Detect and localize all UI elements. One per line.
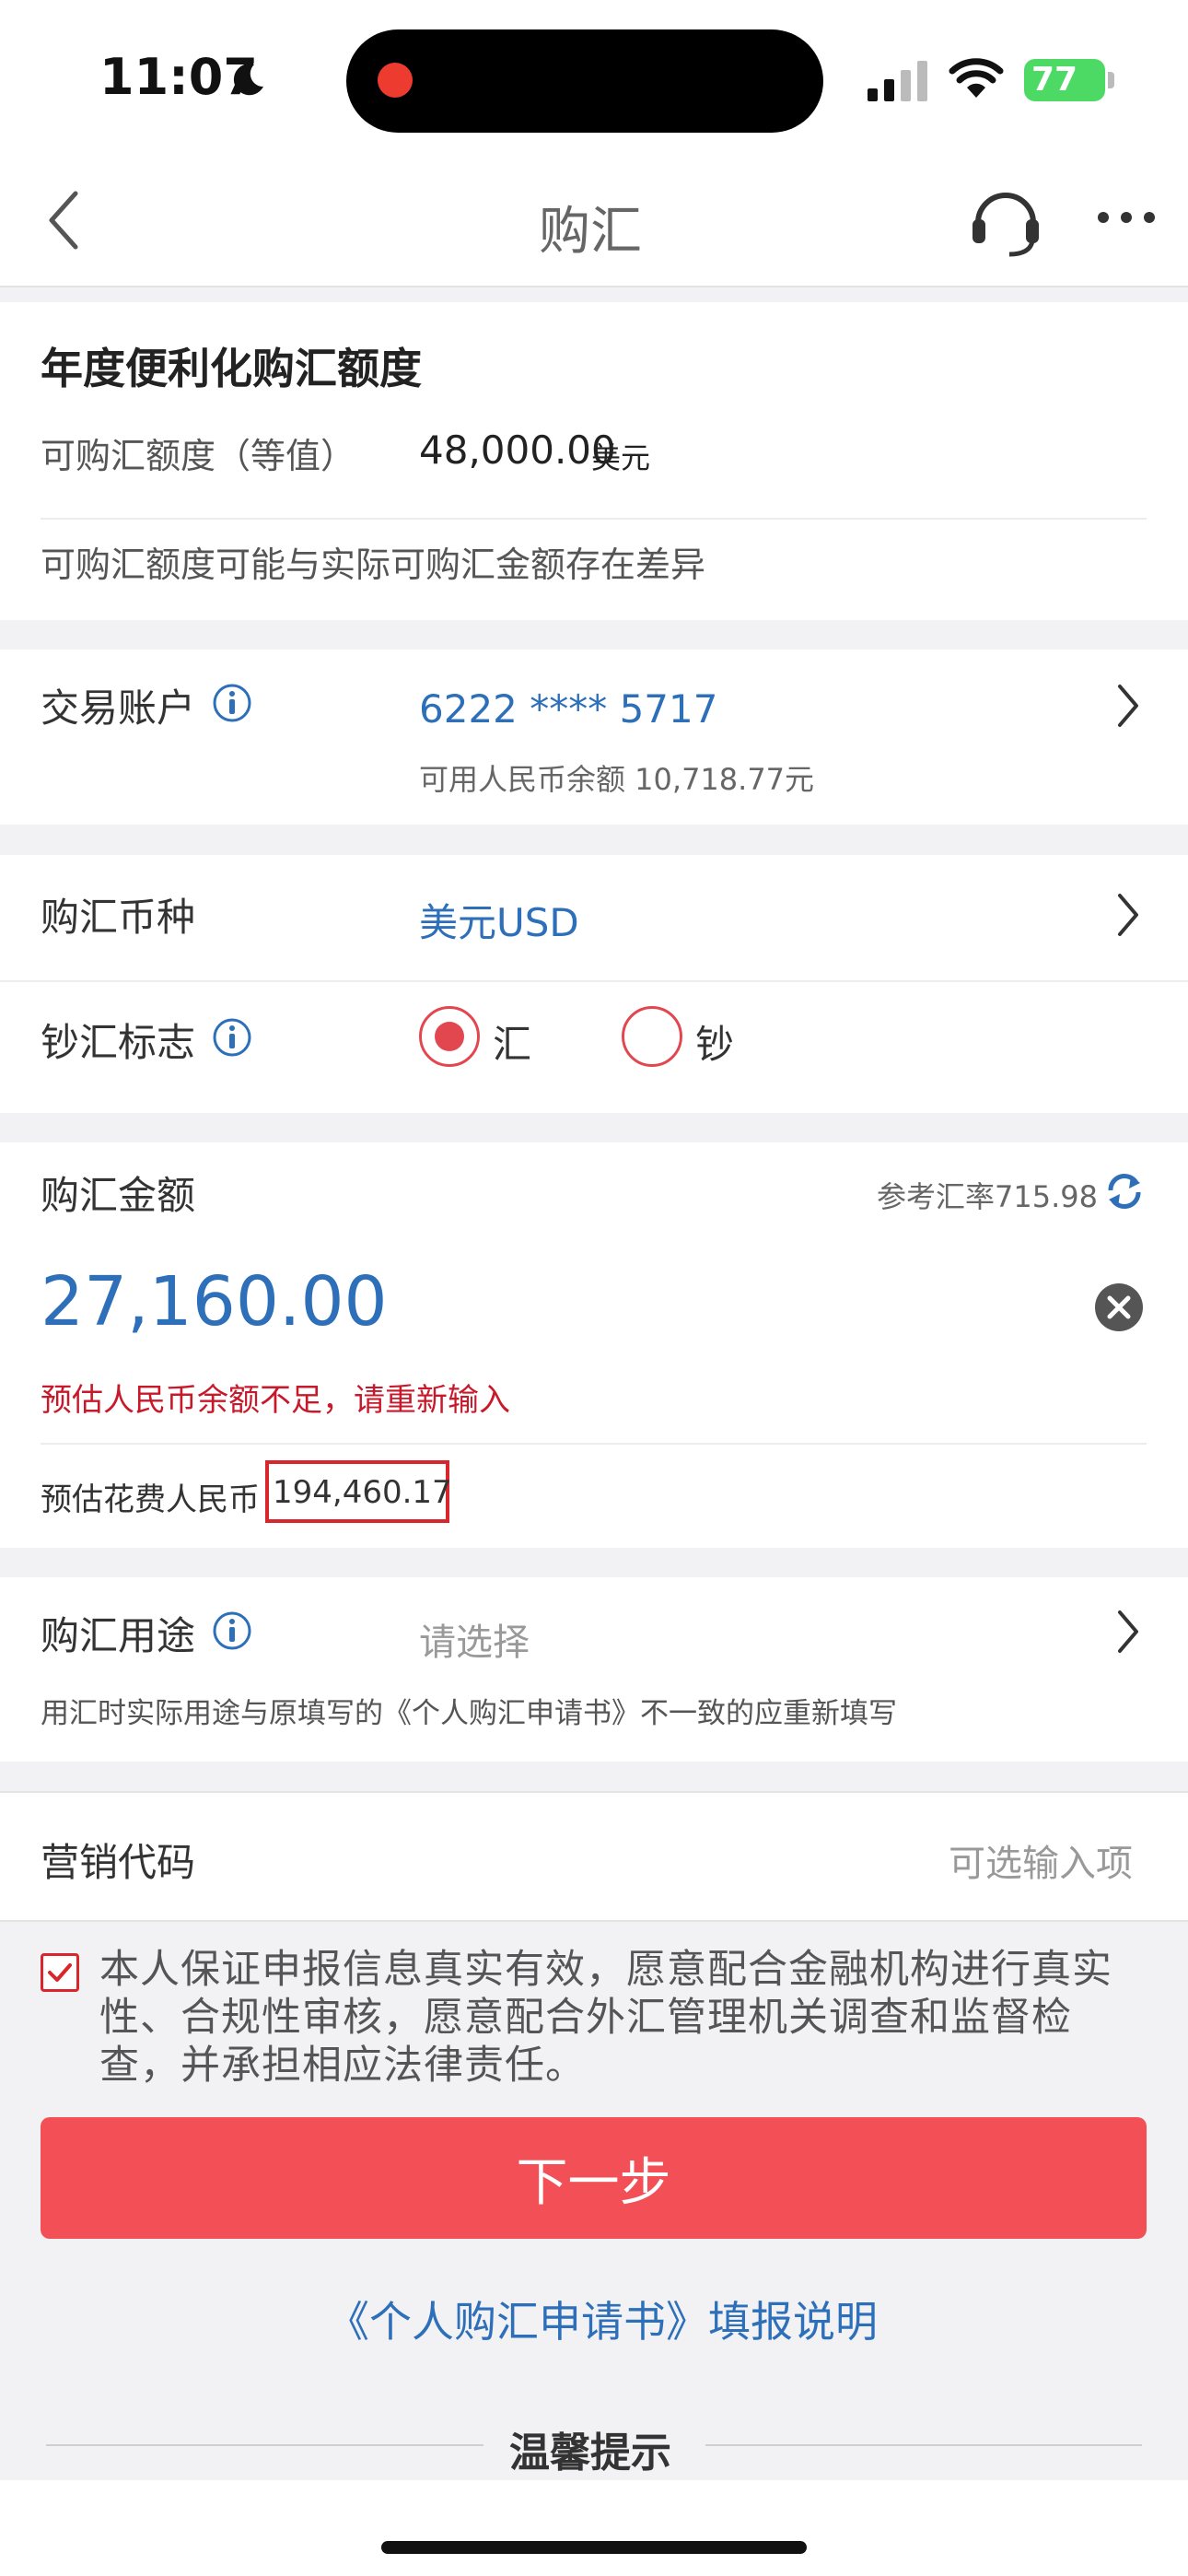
purpose-row[interactable]: 购汇用途 请选择 bbox=[0, 1577, 1188, 1679]
amount-label: 购汇金额 bbox=[41, 1173, 196, 1218]
divider bbox=[41, 1443, 1147, 1445]
chevron-right-icon bbox=[1118, 894, 1138, 936]
radio-selected-icon bbox=[419, 1006, 480, 1067]
chevron-right-icon bbox=[1118, 685, 1138, 727]
account-label: 交易账户 bbox=[41, 685, 196, 731]
quota-note: 可购汇额度可能与实际可购汇金额存在差异 bbox=[41, 544, 706, 585]
clear-input-icon[interactable] bbox=[1094, 1282, 1144, 1332]
account-number: 6222 **** 5717 bbox=[419, 686, 718, 732]
radio-label: 汇 bbox=[493, 1022, 532, 1067]
amount-input[interactable]: 27,160.00 bbox=[41, 1262, 388, 1341]
quota-card: 年度便利化购汇额度 可购汇额度（等值） 48,000.00 美元 可购汇额度可能… bbox=[0, 302, 1188, 620]
agreement-checkbox[interactable] bbox=[41, 1953, 79, 1992]
divider bbox=[41, 518, 1147, 520]
nav-bar: 购汇 bbox=[0, 157, 1188, 287]
back-arrow-icon[interactable] bbox=[41, 188, 87, 252]
cash-flag-label: 钞汇标志 bbox=[41, 1020, 196, 1065]
currency-card: 购汇币种 美元USD 钞汇标志 汇 钞 bbox=[0, 855, 1188, 1113]
agreement-text: 本人保证申报信息真实有效，愿意配合金融机构进行真实性、合规性审核，愿意配合外汇管… bbox=[99, 1947, 1112, 2089]
amount-card: 购汇金额 参考汇率715.98 27,160.00 预估人民币余额不足，请重新输… bbox=[0, 1142, 1188, 1548]
quota-amount: 48,000.00 bbox=[419, 427, 616, 473]
account-row[interactable]: 交易账户 6222 **** 5717 可用人民币余额 10,718.77元 bbox=[0, 650, 1188, 825]
currency-row[interactable]: 购汇币种 美元USD bbox=[0, 855, 1188, 980]
next-button[interactable]: 下一步 bbox=[41, 2117, 1147, 2239]
purpose-placeholder: 请选择 bbox=[419, 1622, 530, 1664]
divider bbox=[0, 980, 1188, 982]
estimate-label: 预估花费人民币 bbox=[41, 1481, 260, 1518]
quota-label: 可购汇额度（等值） bbox=[41, 436, 356, 476]
radio-unselected-icon bbox=[622, 1006, 682, 1067]
reference-rate: 参考汇率715.98 bbox=[877, 1179, 1098, 1214]
purpose-card: 购汇用途 请选择 用汇时实际用途与原填写的《个人购汇申请书》不一致的应重新填写 bbox=[0, 1577, 1188, 1762]
radio-option-cash[interactable]: 钞 bbox=[622, 1006, 751, 1071]
marketing-label: 营销代码 bbox=[41, 1840, 196, 1885]
bottom-bar bbox=[0, 2480, 1188, 2576]
status-bar: 11:07 77 bbox=[0, 0, 1188, 157]
quota-unit: 美元 bbox=[591, 440, 651, 475]
customer-service-headset-icon[interactable] bbox=[969, 181, 1042, 258]
marketing-input[interactable]: 可选输入项 bbox=[949, 1833, 1133, 1887]
marketing-row[interactable]: 营销代码 可选输入项 bbox=[0, 1791, 1188, 1922]
info-icon[interactable] bbox=[212, 683, 252, 723]
quota-title: 年度便利化购汇额度 bbox=[41, 344, 422, 393]
battery-icon: 77 bbox=[1024, 59, 1105, 101]
purpose-label: 购汇用途 bbox=[41, 1613, 196, 1658]
radio-label: 钞 bbox=[695, 1022, 735, 1067]
next-button-label: 下一步 bbox=[516, 2152, 671, 2213]
battery-cap bbox=[1108, 72, 1114, 88]
info-icon[interactable] bbox=[212, 1610, 252, 1651]
more-options-icon[interactable] bbox=[1096, 210, 1157, 225]
chevron-right-icon bbox=[1118, 1610, 1138, 1653]
refresh-icon[interactable] bbox=[1103, 1170, 1146, 1212]
purpose-note: 用汇时实际用途与原填写的《个人购汇申请书》不一致的应重新填写 bbox=[41, 1697, 897, 1730]
guide-link[interactable]: 《个人购汇申请书》填报说明 bbox=[327, 2289, 878, 2349]
cellular-signal-icon bbox=[868, 61, 927, 101]
currency-label: 购汇币种 bbox=[41, 895, 196, 940]
checkmark-icon bbox=[48, 1963, 72, 1982]
info-icon[interactable] bbox=[212, 1017, 252, 1058]
tips-divider-right bbox=[705, 2444, 1142, 2446]
estimate-value: 194,460.17 bbox=[273, 1474, 452, 1511]
dynamic-island bbox=[346, 29, 823, 133]
tips-title: 温馨提示 bbox=[509, 2430, 671, 2476]
home-indicator bbox=[381, 2541, 807, 2554]
radio-option-remittance[interactable]: 汇 bbox=[419, 1006, 548, 1071]
moon-icon bbox=[233, 64, 263, 96]
tips-divider-left bbox=[46, 2444, 483, 2446]
account-balance: 可用人民币余额 10,718.77元 bbox=[419, 762, 815, 797]
page-title: 购汇 bbox=[539, 202, 642, 262]
battery-level: 77 bbox=[1031, 61, 1078, 99]
wifi-icon bbox=[949, 58, 1004, 98]
currency-value: 美元USD bbox=[419, 900, 579, 945]
recording-indicator-icon bbox=[378, 63, 413, 98]
amount-error: 预估人民币余额不足，请重新输入 bbox=[41, 1382, 510, 1419]
